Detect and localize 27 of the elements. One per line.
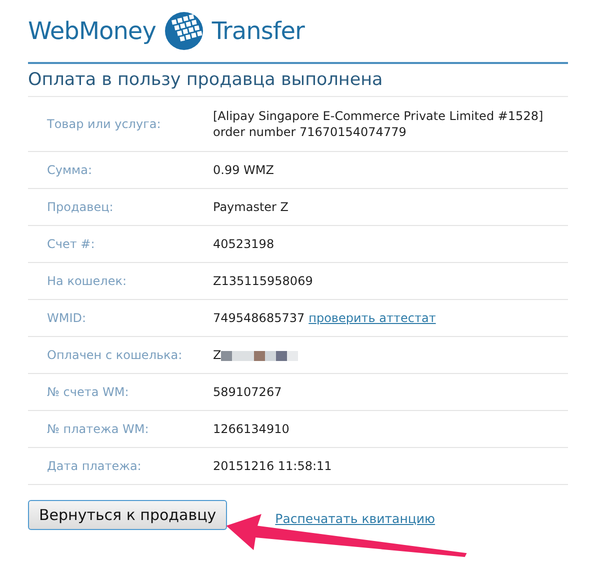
verify-link[interactable]: проверить аттестат: [308, 310, 436, 326]
field-label: Оплачен с кошелька:: [46, 347, 184, 363]
field-label: На кошелек:: [46, 273, 128, 289]
logo-text: Transfer: [212, 17, 304, 45]
field-value: 20151216 11:58:11: [213, 458, 332, 474]
field-label: Сумма:: [46, 162, 93, 178]
field-value: Z135115958069: [213, 273, 313, 289]
field-label: Товар или услуга:: [46, 116, 162, 132]
page-title: Оплата в пользу продавца выполнена: [28, 70, 568, 97]
field-label: № платежа WM:: [46, 421, 150, 437]
field-value: 40523198: [213, 236, 274, 252]
field-value: [Alipay Singapore E-Commerce Private Limited #1528] order number 71670154074779: [213, 108, 544, 140]
logo-text: WebMoney: [28, 17, 156, 45]
field-label: Дата платежа:: [46, 458, 142, 474]
field-value: Z: [213, 347, 222, 363]
logo-icon: [164, 11, 204, 51]
return-button[interactable]: Вернуться к продавцу: [28, 500, 228, 530]
field-label: WMID:: [46, 310, 88, 326]
field-value: 0.99 WMZ: [213, 162, 274, 178]
field-label: Продавец:: [46, 199, 114, 215]
field-value: 749548685737: [213, 310, 305, 326]
print-link[interactable]: Распечатать квитанцию: [275, 510, 436, 526]
field-value: 589107267: [213, 384, 282, 400]
field-label: № счета WM:: [46, 384, 130, 400]
field-value: Paymaster Z: [213, 199, 289, 215]
field-value: 1266134910: [213, 421, 290, 437]
field-label: Счет #:: [46, 236, 96, 252]
